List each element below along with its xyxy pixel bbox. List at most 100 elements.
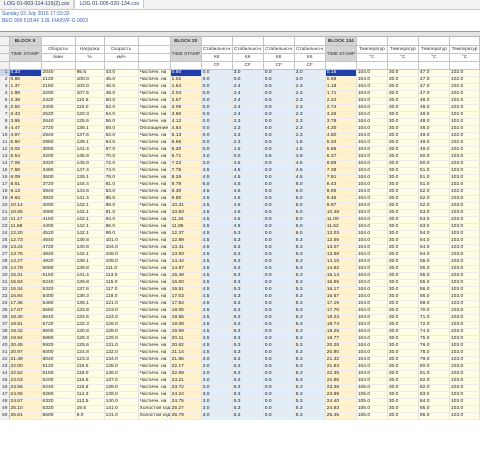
table-row[interactable]: 30 15.31 5160 141.4 113.0 Частичн. на 15.48 4.5…: [0, 272, 480, 280]
table-cell[interactable]: 4.12: [170, 118, 202, 126]
table-cell[interactable]: 1.71: [325, 90, 357, 98]
table-cell[interactable]: 143.6: [75, 188, 105, 196]
table-cell[interactable]: 15.14: [325, 272, 357, 280]
table-cell[interactable]: 53.0: [418, 209, 450, 217]
table-row[interactable]: 44 22.52 6160 118.0 136.0 Частичн. на 22.69 3.0…: [0, 370, 480, 378]
temp2-header[interactable]: Температур: [387, 45, 419, 54]
table-cell[interactable]: 2.74: [325, 104, 357, 112]
table-cell[interactable]: 30.0: [387, 216, 419, 224]
table-cell[interactable]: 103.0: [449, 216, 480, 224]
table-cell[interactable]: 104.0: [356, 167, 388, 175]
table-cell[interactable]: 141.0: [104, 412, 139, 420]
table-cell[interactable]: 11.00: [325, 216, 357, 224]
table-cell[interactable]: 76.0: [418, 342, 450, 350]
table-cell[interactable]: 104.0: [356, 132, 388, 140]
table-cell[interactable]: 81.0: [104, 181, 139, 189]
table-cell[interactable]: Частичн. на: [138, 202, 171, 210]
table-cell[interactable]: 4.5: [201, 230, 233, 238]
table-cell[interactable]: 3600: [41, 174, 76, 182]
table-cell[interactable]: 52.0: [418, 195, 450, 203]
table-cell[interactable]: 6.71: [170, 153, 202, 161]
table-cell[interactable]: 5.3: [294, 342, 326, 350]
table-cell[interactable]: 11.86: [170, 223, 202, 231]
table-cell[interactable]: 47.0: [418, 76, 450, 84]
table-cell[interactable]: 0.0: [263, 132, 295, 140]
table-cell[interactable]: 18.56: [170, 314, 202, 322]
table-cell[interactable]: 30.0: [387, 153, 419, 161]
table-cell[interactable]: 7.06: [9, 160, 42, 168]
table-cell[interactable]: 141.4: [75, 146, 105, 154]
table-cell[interactable]: 102.0: [449, 97, 480, 105]
table-cell[interactable]: 23.72: [170, 384, 202, 392]
table-cell[interactable]: 2320: [41, 97, 76, 105]
table-cell[interactable]: 0.0: [263, 356, 295, 364]
table-cell[interactable]: 6.0: [294, 195, 326, 203]
table-cell[interactable]: 103.0: [449, 398, 480, 406]
table-cell[interactable]: 0.0: [263, 69, 295, 77]
row-number[interactable]: 16: [0, 174, 10, 182]
table-cell[interactable]: Частичн. на: [138, 90, 171, 98]
row-number[interactable]: 4: [0, 90, 10, 98]
table-cell[interactable]: 11.52: [325, 223, 357, 231]
table-cell[interactable]: 4.5: [201, 335, 233, 343]
table-cell[interactable]: 3.60: [170, 111, 202, 119]
table-cell[interactable]: 5.3: [294, 307, 326, 315]
table-cell[interactable]: 6.0: [294, 223, 326, 231]
table-cell[interactable]: Частичн. на: [138, 258, 171, 266]
table-cell[interactable]: 106.0: [104, 251, 139, 259]
table-cell[interactable]: 47.0: [418, 83, 450, 91]
table-cell[interactable]: 119.5: [75, 363, 105, 371]
table-cell[interactable]: 54.0: [418, 244, 450, 252]
table-cell[interactable]: 18.74: [325, 321, 357, 329]
table-cell[interactable]: 2.3: [294, 83, 326, 91]
table-cell[interactable]: 2.04: [170, 90, 202, 98]
table-cell[interactable]: 3480: [41, 167, 76, 175]
table-cell[interactable]: 48.0: [418, 97, 450, 105]
table-cell[interactable]: 11.34: [170, 216, 202, 224]
table-cell[interactable]: 119.0: [104, 293, 139, 301]
row-number[interactable]: 35: [0, 307, 10, 315]
table-cell[interactable]: 5.3: [232, 363, 264, 371]
table-cell[interactable]: 4.5: [201, 272, 233, 280]
table-cell[interactable]: Частичн. на: [138, 237, 171, 245]
table-row[interactable]: 47 24.06 6280 114.3 139.0 Частичн. на 24.24 3.0…: [0, 391, 480, 399]
table-cell[interactable]: 48.0: [418, 118, 450, 126]
row-number[interactable]: 27: [0, 251, 10, 259]
table-cell[interactable]: 104.0: [356, 293, 388, 301]
table-cell[interactable]: 6240: [41, 384, 76, 392]
table-cell[interactable]: Частичн. на: [138, 195, 171, 203]
table-cell[interactable]: 56.0: [418, 286, 450, 294]
row-number[interactable]: 43: [0, 363, 10, 371]
table-cell[interactable]: 104.0: [356, 244, 388, 252]
table-cell[interactable]: 6200: [41, 377, 76, 385]
table-cell[interactable]: 5.3: [294, 398, 326, 406]
table-cell[interactable]: 4720: [41, 244, 76, 252]
table-cell[interactable]: 110.5: [75, 97, 105, 105]
table-cell[interactable]: 5.85: [325, 146, 357, 154]
table-cell[interactable]: 0.0: [263, 377, 295, 385]
table-cell[interactable]: 142.1: [75, 202, 105, 210]
table-cell[interactable]: 0.0: [263, 223, 295, 231]
table-cell[interactable]: 4.97: [9, 132, 42, 140]
table-cell[interactable]: 102.0: [449, 139, 480, 147]
table-cell[interactable]: 5080: [41, 265, 76, 273]
table-cell[interactable]: 5.3: [294, 321, 326, 329]
table-cell[interactable]: 54.0: [418, 251, 450, 259]
table-cell[interactable]: Частичн. на: [138, 118, 171, 126]
table-cell[interactable]: 5.3: [232, 307, 264, 315]
table-cell[interactable]: 52.0: [418, 202, 450, 210]
table-cell[interactable]: 104.0: [356, 300, 388, 308]
table-cell[interactable]: 6.0: [294, 188, 326, 196]
table-cell[interactable]: 25.10: [9, 405, 42, 413]
table-cell[interactable]: 0.0: [201, 125, 233, 133]
table-cell[interactable]: 8.78: [170, 181, 202, 189]
table-cell[interactable]: 51.0: [418, 167, 450, 175]
table-cell[interactable]: 105.0: [356, 384, 388, 392]
table-cell[interactable]: 104.0: [356, 321, 388, 329]
table-cell[interactable]: 0.0: [263, 209, 295, 217]
table-cell[interactable]: 105.0: [356, 391, 388, 399]
table-cell[interactable]: 109.0: [104, 258, 139, 266]
table-cell[interactable]: 4.5: [201, 195, 233, 203]
stab2-header[interactable]: Стабильно-к: [232, 45, 264, 54]
table-cell[interactable]: 83.0: [104, 188, 139, 196]
